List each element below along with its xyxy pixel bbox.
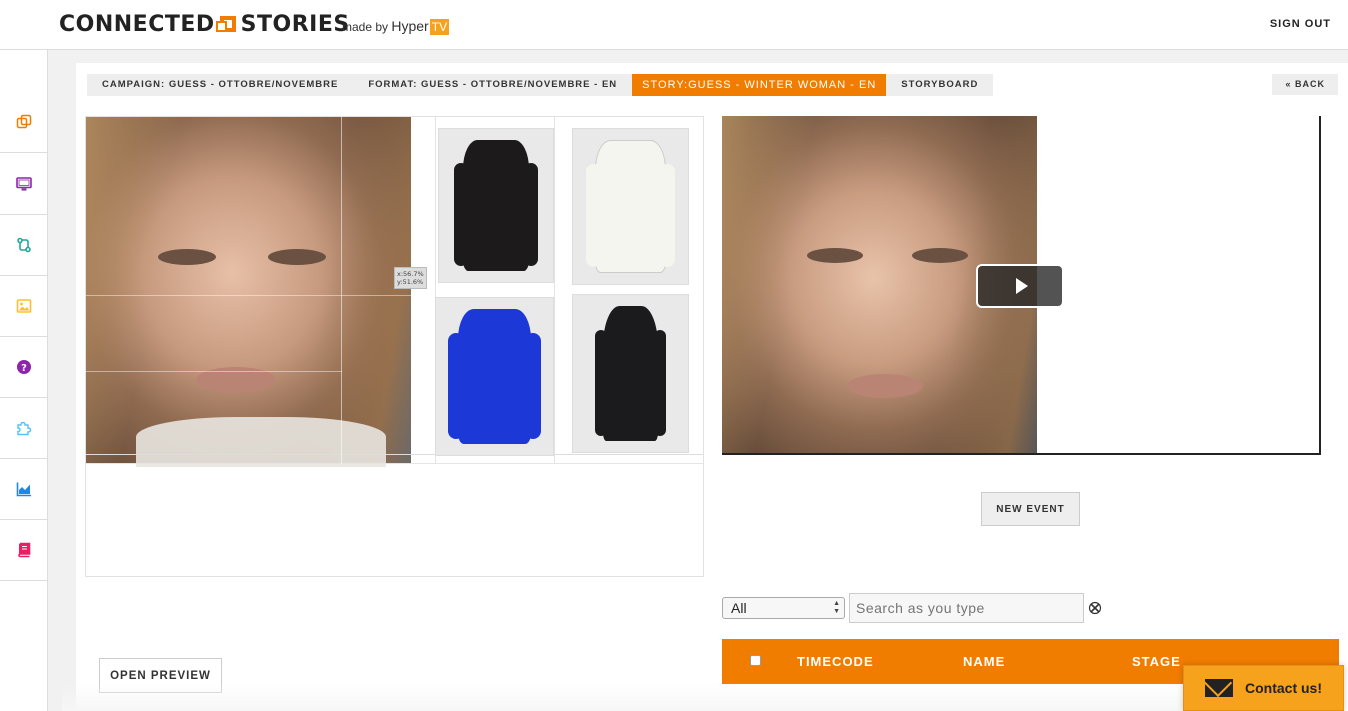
sidebar-item-flows[interactable]	[0, 215, 47, 276]
contact-us-button[interactable]: Contact us!	[1183, 665, 1344, 711]
column-stage[interactable]: STAGE	[1132, 654, 1181, 669]
coord-x: x:56.7%	[397, 270, 424, 278]
image-icon	[16, 299, 31, 313]
main-content: CAMPAIGN: GUESS - OTTOBRE/NOVEMBRE FORMA…	[62, 50, 1348, 711]
product-image	[448, 308, 541, 444]
sidebar-item-formats[interactable]	[0, 92, 47, 153]
help-icon: ?	[16, 360, 31, 374]
clear-search-icon[interactable]	[1088, 601, 1102, 615]
hotspot-coordinates: x:56.7% y:51.6%	[394, 267, 427, 289]
book-icon	[17, 542, 30, 558]
grid-line	[341, 117, 342, 464]
logo-text-stories: STORIES	[240, 12, 350, 37]
breadcrumb-storyboard[interactable]: STORYBOARD	[886, 74, 993, 96]
grid-line	[86, 371, 342, 372]
column-name[interactable]: NAME	[963, 654, 1005, 669]
product-image	[453, 139, 539, 272]
sidebar-item-analytics[interactable]	[0, 459, 47, 520]
select-arrows-icon: ▲ ▼	[833, 600, 840, 615]
breadcrumb-format[interactable]: FORMAT: GUESS - OTTOBRE/NOVEMBRE - EN	[353, 74, 632, 96]
breadcrumb-story[interactable]: STORY:GUESS - WINTER WOMAN - EN	[632, 74, 887, 96]
made-by-text: made by	[342, 20, 389, 34]
brand-tv-badge: TV	[429, 19, 450, 35]
route-icon	[16, 237, 31, 253]
sidebar-item-plugins[interactable]	[0, 398, 47, 459]
back-button[interactable]: « BACK	[1272, 74, 1338, 95]
grid-line	[86, 454, 703, 455]
sidebar-item-docs[interactable]	[0, 520, 47, 581]
column-timecode[interactable]: TIMECODE	[797, 654, 874, 669]
stage-filter-value: All	[731, 600, 747, 616]
puzzle-icon	[16, 421, 31, 436]
product-hotspot[interactable]	[435, 297, 554, 456]
app-logo[interactable]: CONNECTED STORIES	[59, 12, 350, 37]
svg-text:?: ?	[21, 363, 27, 374]
sidebar-item-screens[interactable]	[0, 154, 47, 215]
grid-line	[86, 463, 703, 464]
product-hotspot[interactable]	[572, 294, 689, 453]
made-by-label: made by Hyper TV	[342, 18, 450, 35]
product-hotspot[interactable]	[438, 128, 554, 283]
stage-filter-select[interactable]: All ▲ ▼	[722, 597, 845, 619]
breadcrumb: CAMPAIGN: GUESS - OTTOBRE/NOVEMBRE FORMA…	[87, 74, 994, 96]
open-preview-button[interactable]: OPEN PREVIEW	[99, 658, 222, 693]
coord-y: y:51.6%	[397, 278, 424, 286]
monitor-icon	[15, 177, 32, 191]
sidebar-item-media[interactable]	[0, 276, 47, 337]
sidebar: ?	[0, 50, 48, 711]
select-all-checkbox[interactable]	[750, 655, 761, 666]
grid-line	[554, 117, 555, 464]
storyboard-panel: CAMPAIGN: GUESS - OTTOBRE/NOVEMBRE FORMA…	[76, 63, 1348, 711]
top-header: CONNECTED STORIES made by Hyper TV SIGN OU…	[0, 0, 1348, 50]
breadcrumb-campaign[interactable]: CAMPAIGN: GUESS - OTTOBRE/NOVEMBRE	[87, 74, 353, 96]
copy-icon	[16, 114, 31, 129]
frame-editor[interactable]: x:56.7% y:51.6%	[85, 116, 704, 577]
video-frame-thumbnail	[86, 117, 411, 467]
video-player[interactable]	[722, 116, 1321, 455]
product-hotspot[interactable]	[572, 128, 689, 285]
sidebar-item-help[interactable]: ?	[0, 337, 47, 398]
play-icon	[1016, 278, 1028, 294]
envelope-icon	[1205, 679, 1233, 697]
chart-icon	[16, 482, 31, 497]
logo-text-connected: CONNECTED	[59, 12, 215, 37]
new-event-button[interactable]: NEW EVENT	[981, 492, 1080, 526]
logo-mark-icon	[215, 16, 236, 32]
play-button[interactable]	[976, 264, 1064, 308]
product-image	[595, 305, 667, 441]
contact-us-label: Contact us!	[1245, 680, 1322, 696]
sign-out-link[interactable]: SIGN OUT	[1270, 18, 1331, 30]
brand-name: Hyper	[391, 18, 429, 34]
product-image	[586, 139, 676, 274]
search-input[interactable]	[849, 593, 1084, 623]
